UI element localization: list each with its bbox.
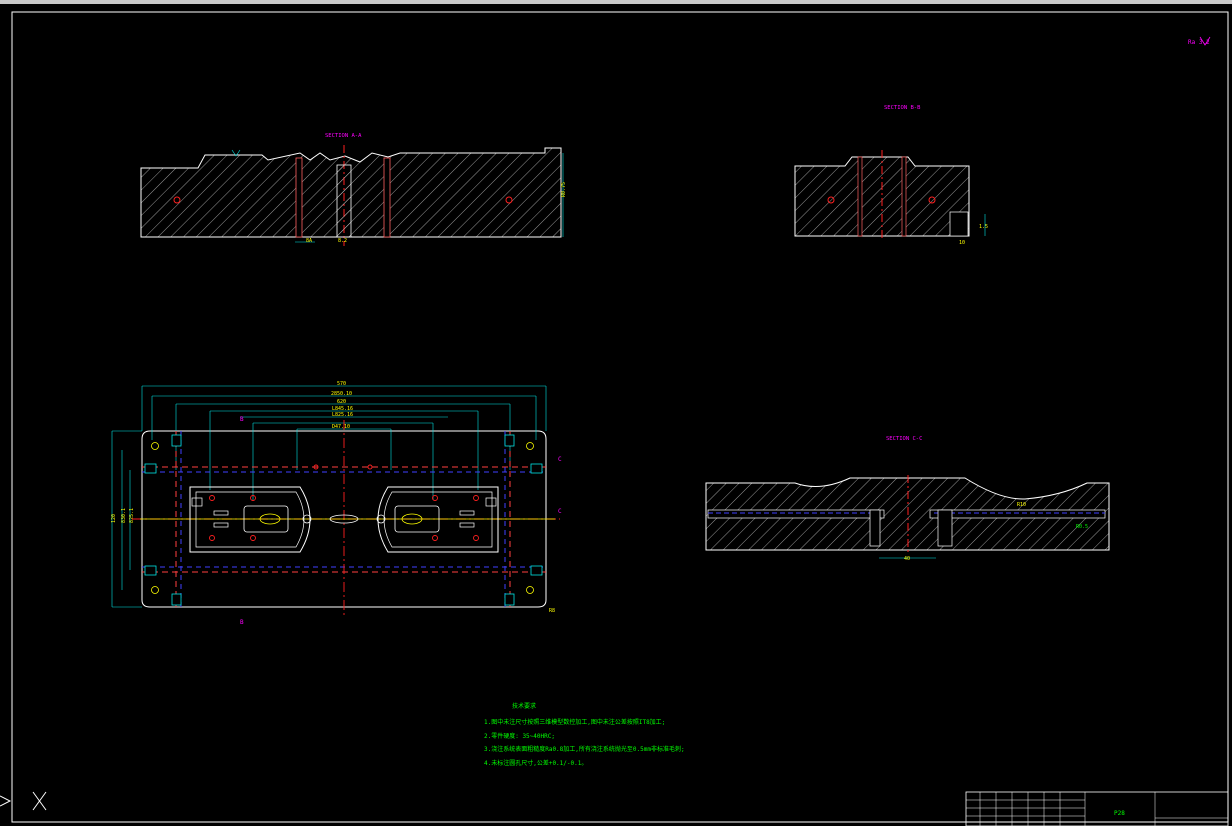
section-aa-label: SECTION A-A	[325, 133, 362, 139]
cad-drawing-canvas[interactable]: Ra 3.2 SECTION A-A 8A 8.2 R0.75 SECTION …	[0, 4, 1232, 826]
roughness-mark-icon: Ra 3.2	[1188, 36, 1211, 46]
notes-line-3: 3.浇注系统表面粗糙度Ra0.8加工,所有浇注系统抛光至0.5mm非标准毛刺;	[484, 745, 685, 753]
section-marker-c-right-2: C	[558, 508, 562, 515]
plan-dim-w5: L825.16	[332, 412, 353, 418]
section-cc-view[interactable]: SECTION C-C 40 R10 R0.5	[705, 436, 1110, 562]
section-cc-label: SECTION C-C	[886, 436, 922, 442]
plan-dim-w2: 2850.10	[331, 391, 352, 397]
cavity-right	[377, 486, 499, 553]
drawing-frame	[11, 11, 1229, 823]
notes-line-1: 1.图中未注尺寸按照三维模型数控加工,图中未注公差按照IT8加工;	[484, 718, 665, 726]
cc-dim-r: R10	[1017, 502, 1026, 508]
cc-dim-note: R0.5	[1076, 524, 1088, 530]
bb-dim-b: 1.5	[979, 224, 988, 230]
cavity-left	[189, 486, 311, 553]
notes-title: 技术要求	[512, 702, 536, 710]
plan-dim-h3: 825.1	[129, 508, 135, 523]
aa-dim-2: 8.2	[338, 238, 347, 244]
section-bb-label: SECTION B-B	[884, 105, 921, 111]
plan-dim-h2: 830.1	[121, 508, 127, 523]
title-block-label: P28	[1114, 810, 1125, 817]
plan-dim-h1: 120	[111, 514, 117, 523]
plan-view[interactable]: 570 2850.10 620 L845.16 L825.16 D47.10 1…	[111, 381, 562, 626]
technical-requirements: 技术要求 1.图中未注尺寸按照三维模型数控加工,图中未注公差按照IT8加工; 2…	[484, 702, 685, 767]
aa-dim-1: 8A	[306, 238, 312, 244]
section-marker-b-bottom: B	[240, 619, 244, 626]
ucs-icon	[0, 791, 47, 811]
section-aa-view[interactable]: SECTION A-A 8A 8.2 R0.75	[140, 133, 567, 246]
bb-dim-a: 10	[959, 240, 965, 246]
plan-dim-w6: D47.10	[332, 424, 350, 430]
section-bb-view[interactable]: SECTION B-B 10 1.5	[794, 105, 988, 246]
aa-dim-height: R0.75	[561, 182, 567, 197]
plan-dim-w1: 570	[337, 381, 346, 387]
plan-dim-corner: R8	[549, 608, 555, 614]
section-marker-c-right: C	[558, 456, 562, 463]
title-block[interactable]: P28	[965, 791, 1229, 826]
notes-line-2: 2.零件硬度: 35~40HRC;	[484, 732, 555, 740]
notes-line-4: 4.未标注圆孔尺寸,公差+0.1/-0.1。	[484, 759, 587, 767]
section-marker-b-top: B	[240, 416, 244, 423]
cc-dim-width: 40	[904, 556, 910, 562]
plan-dim-w3: 620	[337, 399, 346, 405]
